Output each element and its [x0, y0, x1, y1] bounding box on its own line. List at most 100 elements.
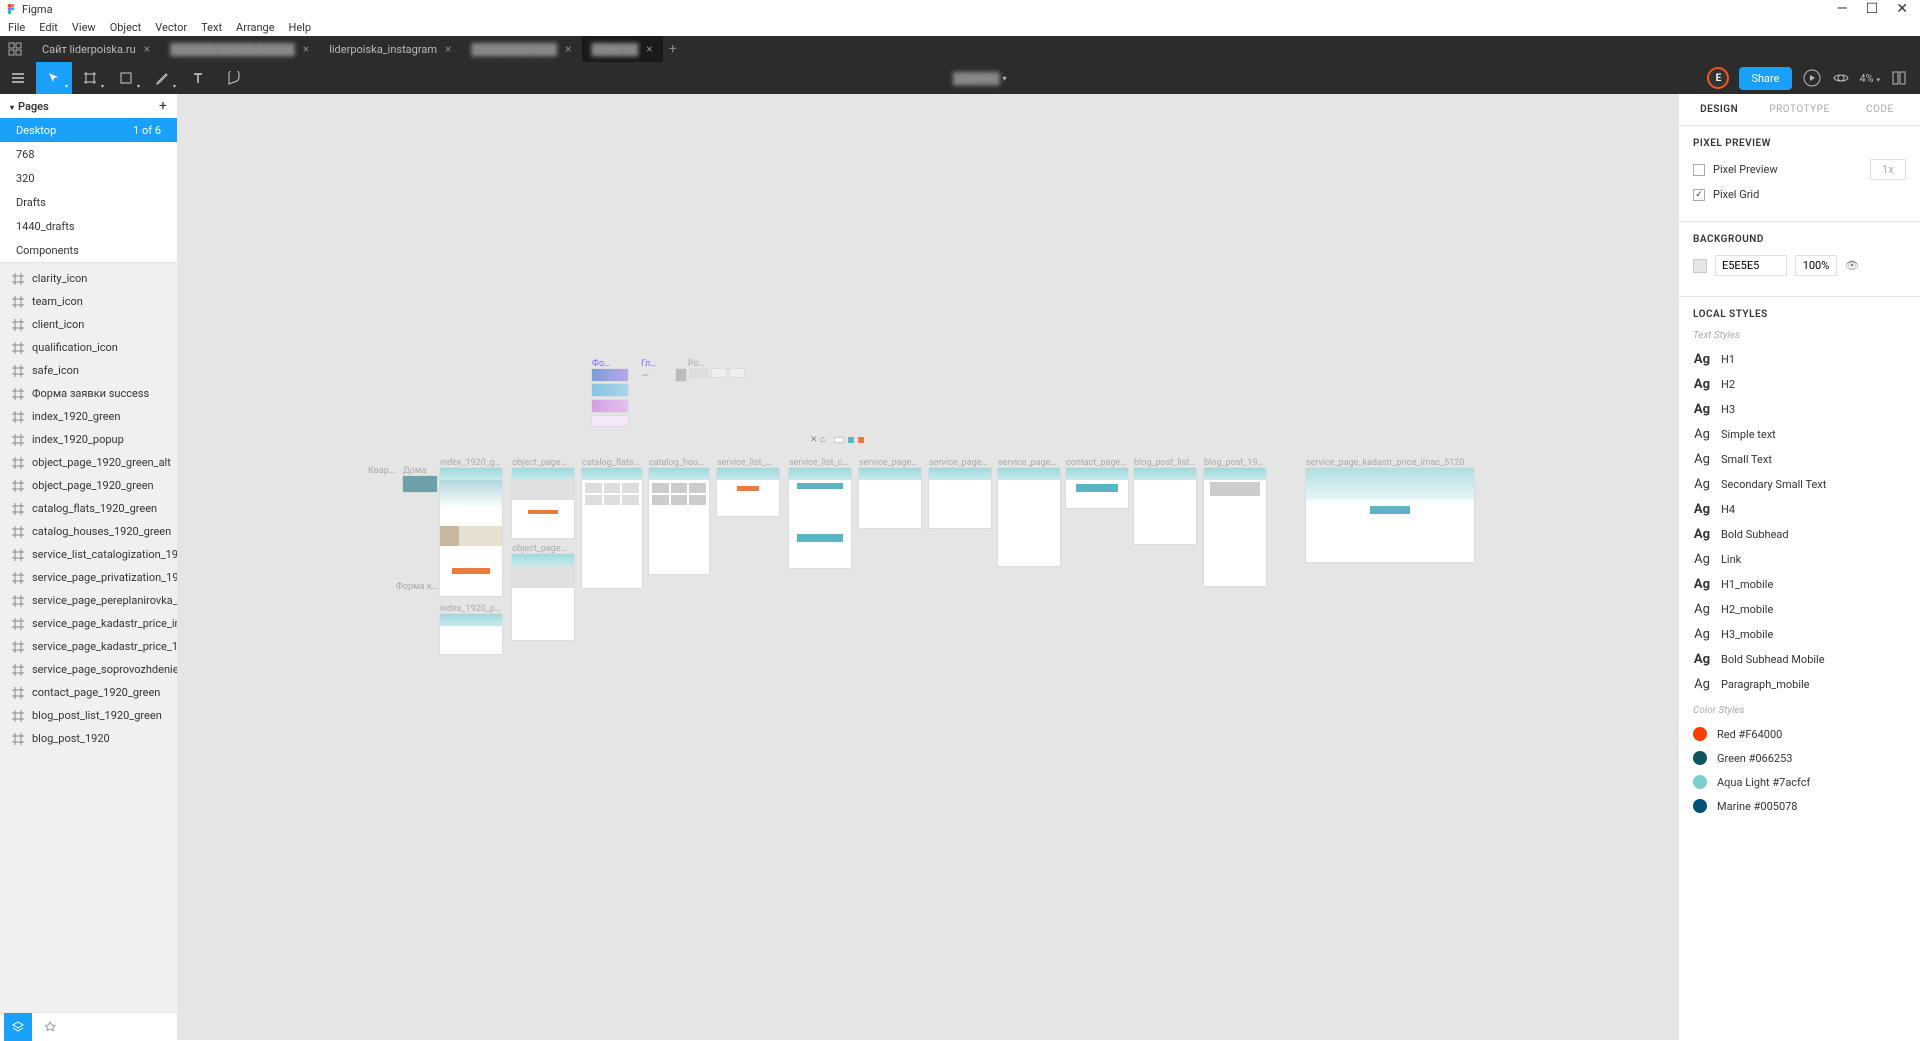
frame-label[interactable]: catalog_hou…: [649, 458, 709, 468]
layer-item[interactable]: service_page_kadastr_price_imac_...: [0, 612, 177, 635]
canvas-frame[interactable]: [712, 369, 726, 377]
background-opacity-input[interactable]: [1795, 255, 1837, 276]
canvas-frame[interactable]: [440, 468, 502, 596]
canvas-frame[interactable]: [859, 468, 921, 528]
pen-tool-icon[interactable]: ▾: [144, 62, 180, 94]
layer-item[interactable]: team_icon: [0, 290, 177, 313]
file-tab[interactable]: liderpoiska_instagram×: [319, 36, 461, 62]
zoom-level[interactable]: 4% ▾: [1860, 72, 1881, 85]
library-icon[interactable]: [1890, 69, 1908, 87]
share-button[interactable]: Share: [1739, 67, 1791, 90]
layer-item[interactable]: service_page_privatization_1920: [0, 566, 177, 589]
layer-item[interactable]: service_list_catalogization_1920: [0, 543, 177, 566]
tab-close-icon[interactable]: ×: [445, 42, 451, 56]
frame-label[interactable]: blog_post_19…: [1204, 458, 1266, 468]
home-icon[interactable]: [6, 40, 24, 58]
tab-design[interactable]: DESIGN: [1679, 94, 1759, 125]
layer-item[interactable]: catalog_houses_1920_green: [0, 520, 177, 543]
frame-label[interactable]: catalog_flats_…: [582, 458, 642, 468]
canvas-frame[interactable]: [730, 369, 744, 377]
page-item[interactable]: Drafts: [0, 190, 177, 214]
frame-label[interactable]: service_page…: [859, 458, 921, 468]
layer-item[interactable]: blog_post_1920: [0, 727, 177, 750]
text-style-item[interactable]: AgH2: [1693, 372, 1906, 397]
color-style-item[interactable]: Aqua Light #7acfcf: [1693, 770, 1906, 794]
frame-label[interactable]: service_page…: [998, 458, 1060, 468]
tab-close-icon[interactable]: ×: [646, 42, 652, 56]
text-style-item[interactable]: AgH3: [1693, 397, 1906, 422]
menu-file[interactable]: File: [8, 21, 25, 34]
layer-item[interactable]: index_1920_popup: [0, 428, 177, 451]
layer-item[interactable]: index_1920_green: [0, 405, 177, 428]
layer-item[interactable]: catalog_flats_1920_green: [0, 497, 177, 520]
canvas-frame[interactable]: [512, 554, 574, 640]
layer-item[interactable]: qualification_icon: [0, 336, 177, 359]
layer-item[interactable]: safe_icon: [0, 359, 177, 382]
user-avatar[interactable]: E: [1707, 67, 1729, 89]
canvas-frame[interactable]: [592, 400, 628, 412]
page-item[interactable]: Desktop1 of 6: [0, 118, 177, 142]
comment-tool-icon[interactable]: [216, 62, 252, 94]
canvas-frame[interactable]: [1306, 468, 1474, 562]
window-maximize-icon[interactable]: ☐: [1866, 1, 1879, 17]
add-page-icon[interactable]: +: [159, 98, 167, 114]
file-tab[interactable]: ██████×: [582, 36, 663, 62]
assets-tab-icon[interactable]: [36, 1013, 64, 1041]
canvas-frame[interactable]: [929, 468, 991, 528]
view-settings-icon[interactable]: [1832, 69, 1850, 87]
layers-tab-icon[interactable]: [4, 1013, 32, 1041]
pixel-grid-checkbox[interactable]: ✓: [1693, 189, 1705, 201]
layer-item[interactable]: contact_page_1920_green: [0, 681, 177, 704]
canvas-frame[interactable]: [690, 369, 708, 377]
frame-label[interactable]: service_list_c…: [789, 458, 851, 468]
text-style-item[interactable]: AgH4: [1693, 497, 1906, 522]
frame-label[interactable]: Дома: [403, 466, 431, 476]
text-tool-icon[interactable]: [180, 62, 216, 94]
shape-tool-icon[interactable]: ▾: [108, 62, 144, 94]
frame-label[interactable]: contact_page…: [1066, 458, 1128, 468]
frame-tool-icon[interactable]: ▾: [72, 62, 108, 94]
canvas-frame[interactable]: [676, 369, 686, 381]
text-style-item[interactable]: AgBold Subhead Mobile: [1693, 647, 1906, 672]
canvas[interactable]: Фо… Гл… — Ро… ✕ ⌂ Квар… Дома Форма ка… ×…: [178, 94, 1678, 1040]
text-style-item[interactable]: AgSmall Text: [1693, 447, 1906, 472]
document-title[interactable]: ██████ ▾: [252, 72, 1707, 85]
file-tab[interactable]: ███████████×: [461, 36, 581, 62]
frame-label[interactable]: service_page_kadastr_price_imac_5120: [1306, 458, 1476, 468]
text-style-item[interactable]: AgH2_mobile: [1693, 597, 1906, 622]
frame-label[interactable]: Гл…: [641, 359, 671, 369]
frame-label[interactable]: Фо…: [592, 359, 622, 369]
layer-item[interactable]: Форма заявки success: [0, 382, 177, 405]
layer-item[interactable]: blog_post_list_1920_green: [0, 704, 177, 727]
move-tool-icon[interactable]: ▾: [36, 62, 72, 94]
canvas-frame[interactable]: [717, 468, 779, 516]
tab-code[interactable]: CODE: [1840, 94, 1920, 125]
page-item[interactable]: 768: [0, 142, 177, 166]
layer-item[interactable]: object_page_1920_green: [0, 474, 177, 497]
page-item[interactable]: 320: [0, 166, 177, 190]
canvas-frame[interactable]: [1204, 468, 1266, 586]
frame-label[interactable]: index_1920_g…: [440, 458, 502, 468]
frame-label[interactable]: Квар…: [368, 466, 398, 476]
color-style-item[interactable]: Green #066253: [1693, 746, 1906, 770]
canvas-frame[interactable]: [789, 468, 851, 568]
page-item[interactable]: 1440_drafts: [0, 214, 177, 238]
file-tab[interactable]: Сайт liderpoiska.ru×: [32, 36, 160, 62]
canvas-frame[interactable]: [649, 468, 709, 574]
layer-item[interactable]: service_page_pereplanirovka_1920...: [0, 589, 177, 612]
hamburger-menu-icon[interactable]: [0, 62, 36, 94]
text-style-item[interactable]: AgParagraph_mobile: [1693, 672, 1906, 697]
menu-view[interactable]: View: [72, 21, 96, 34]
menu-vector[interactable]: Vector: [155, 21, 187, 34]
layer-item[interactable]: clarity_icon: [0, 267, 177, 290]
text-style-item[interactable]: AgSimple text: [1693, 422, 1906, 447]
tab-close-icon[interactable]: ×: [303, 42, 309, 56]
menu-object[interactable]: Object: [110, 21, 142, 34]
tab-close-icon[interactable]: ×: [565, 42, 571, 56]
frame-label[interactable]: blog_post_list…: [1134, 458, 1196, 468]
text-style-item[interactable]: AgH3_mobile: [1693, 622, 1906, 647]
menu-help[interactable]: Help: [289, 21, 312, 34]
frame-label[interactable]: object_page…: [512, 544, 574, 554]
pixel-preview-checkbox[interactable]: [1693, 164, 1705, 176]
canvas-frame[interactable]: [403, 476, 437, 492]
